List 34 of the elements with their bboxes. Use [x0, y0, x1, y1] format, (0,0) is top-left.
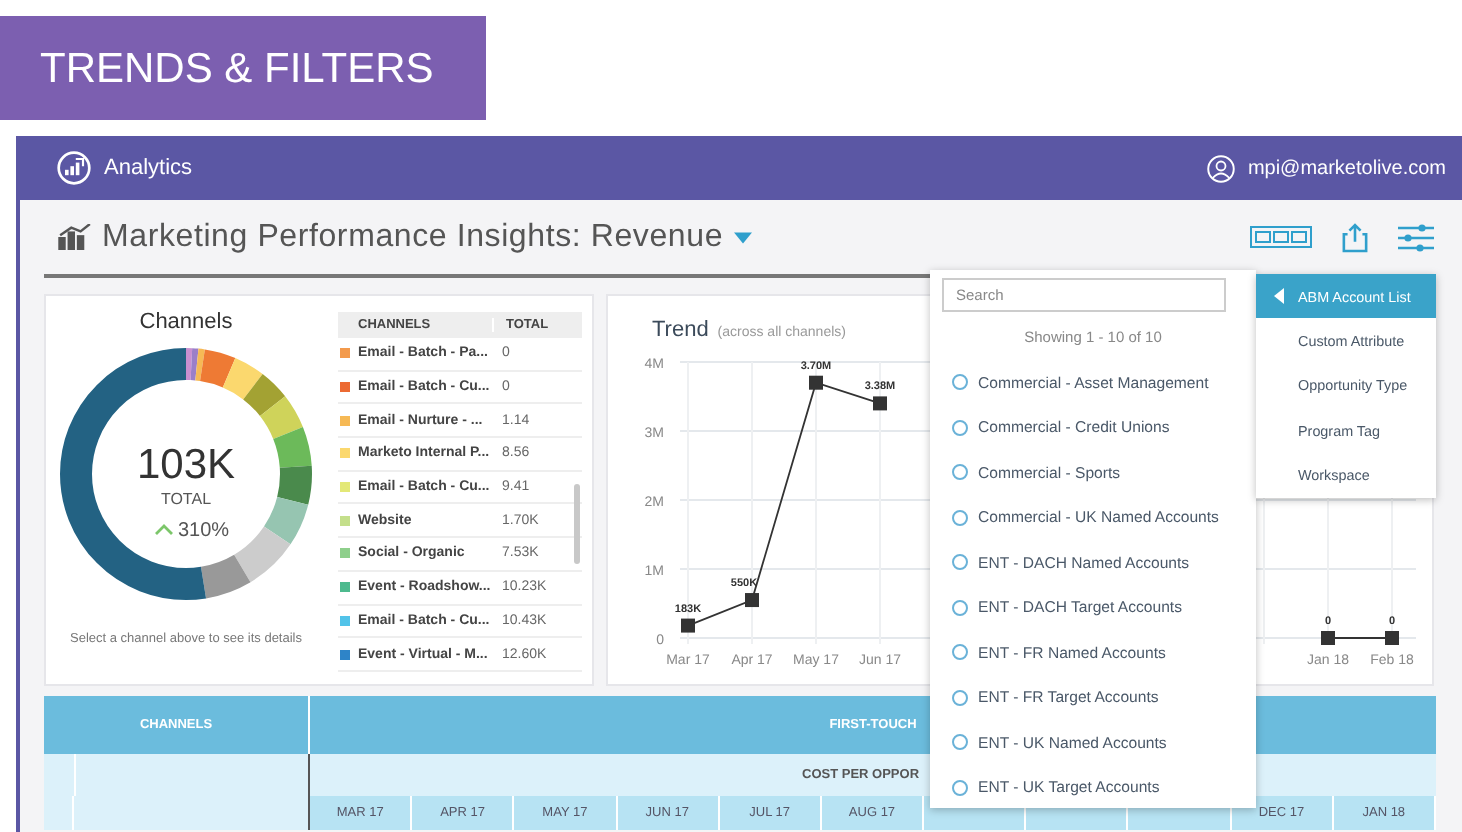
radio-button[interactable] — [952, 644, 968, 661]
caret-down-icon[interactable] — [733, 231, 752, 243]
radio-button[interactable] — [952, 509, 968, 526]
radio-button[interactable] — [952, 599, 968, 616]
change-percent: 310% — [178, 520, 230, 542]
sliders-icon[interactable] — [1398, 223, 1434, 251]
share-icon[interactable] — [1342, 221, 1368, 253]
radio-button[interactable] — [952, 464, 968, 481]
data-point[interactable] — [745, 593, 759, 608]
section-banner: TRENDS & FILTERS — [0, 16, 486, 120]
analytics-logo-icon — [56, 150, 92, 186]
data-point[interactable] — [873, 396, 887, 411]
total-value: 103K — [136, 442, 236, 488]
columns-icon[interactable] — [1250, 226, 1312, 248]
page-title: Marketing Performance Insights: Revenue — [102, 219, 724, 255]
radio-button[interactable] — [952, 374, 968, 391]
bar-chart-icon — [58, 224, 92, 250]
data-point[interactable] — [809, 375, 823, 390]
caret-left-icon — [1274, 288, 1284, 304]
total-label: TOTAL — [160, 490, 212, 508]
card-title: Channels — [139, 310, 233, 334]
radio-button[interactable] — [952, 734, 968, 751]
table-cell — [44, 754, 74, 796]
user-email[interactable]: mpi@marketolive.com — [1247, 157, 1446, 179]
card-title: Trend — [652, 318, 709, 342]
data-point[interactable] — [681, 618, 695, 633]
radio-button[interactable] — [952, 689, 968, 706]
radio-button[interactable] — [952, 779, 968, 796]
scrollbar-thumb[interactable] — [574, 484, 580, 564]
up-caret-icon — [155, 524, 173, 535]
radio-button[interactable] — [952, 419, 968, 436]
radio-button[interactable] — [952, 554, 968, 571]
user-icon[interactable] — [1205, 153, 1236, 183]
app-title: Analytics — [104, 156, 193, 180]
